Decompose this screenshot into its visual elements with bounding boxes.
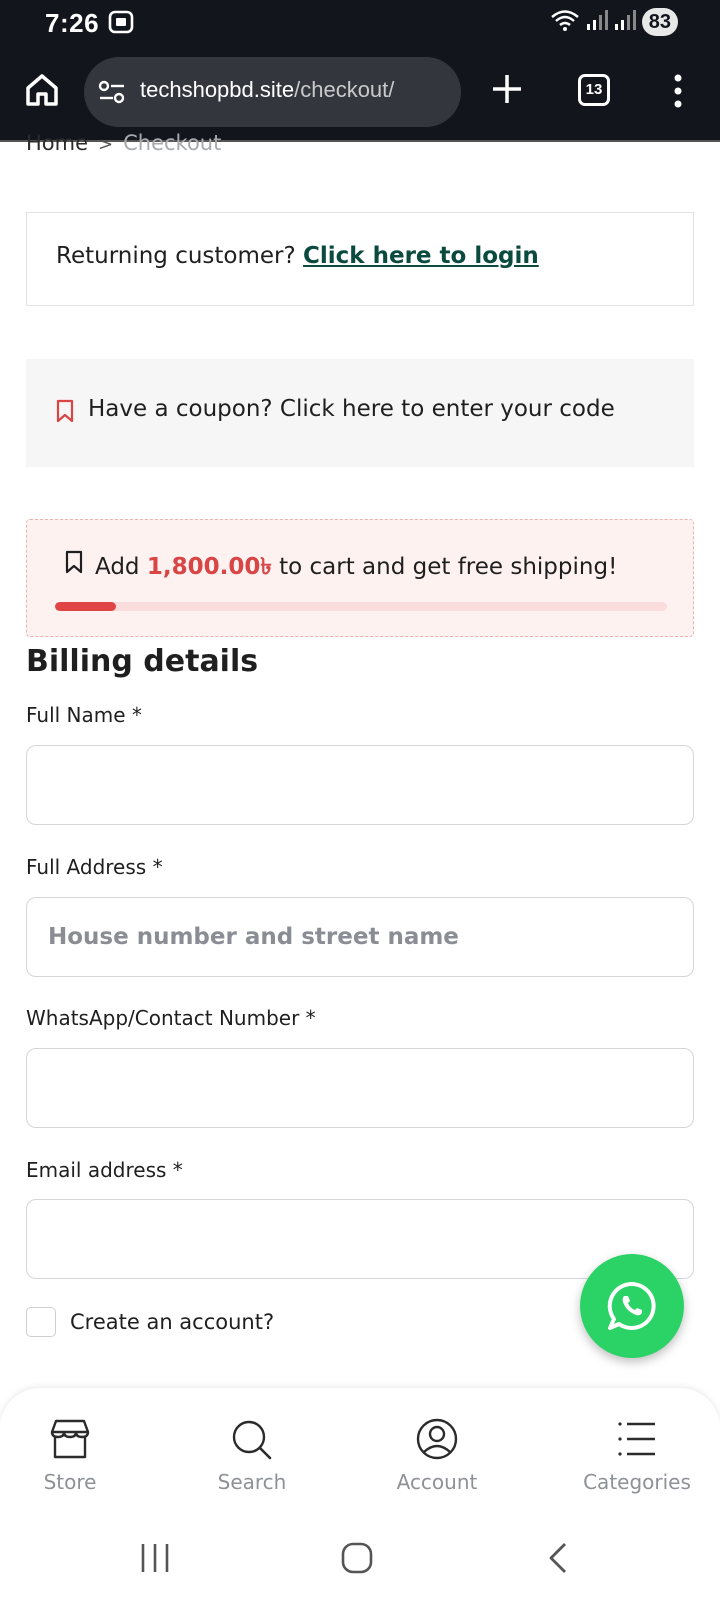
nav-store-label: Store (43, 1470, 97, 1494)
free-shipping-text: Add 1,800.00৳ to cart and get free shipp… (95, 548, 617, 587)
full-address-label: Full Address * (26, 855, 163, 879)
nav-search[interactable]: Search (182, 1418, 322, 1494)
status-time: 7:26 (45, 8, 100, 38)
status-indicators: 83 (550, 8, 678, 36)
nav-store[interactable]: Store (0, 1418, 140, 1494)
breadcrumb: Home > Checkout (26, 128, 221, 158)
whatsapp-icon (607, 1281, 656, 1330)
login-notice-label: Returning customer? (56, 243, 296, 269)
bookmark-icon (56, 399, 74, 423)
full-name-input[interactable] (26, 745, 694, 825)
free-shipping-progress-fill (55, 602, 117, 611)
bottom-navigation: Store Search Account Categories (0, 1388, 720, 1518)
categories-icon (618, 1422, 655, 1456)
back-icon[interactable] (546, 1542, 570, 1578)
coupon-notice[interactable]: Have a coupon? Click here to enter your … (26, 359, 694, 467)
full-address-input[interactable] (26, 897, 694, 977)
free-shipping-suffix: to cart and get free shipping! (279, 554, 618, 580)
create-account-checkbox[interactable] (26, 1307, 56, 1337)
breadcrumb-home[interactable]: Home (26, 131, 88, 155)
chevron-right-icon: > (98, 134, 114, 155)
create-account-row: Create an account? (26, 1307, 274, 1337)
email-label: Email address * (26, 1158, 183, 1182)
email-input[interactable] (26, 1199, 694, 1279)
url-path: /checkout/ (294, 77, 395, 102)
create-account-label[interactable]: Create an account? (70, 1310, 274, 1334)
address-bar[interactable]: techshopbd.site/checkout/ (84, 57, 461, 127)
more-options-icon[interactable] (668, 74, 688, 108)
status-bar: 7:26 83 (0, 0, 720, 46)
search-icon (232, 1420, 272, 1460)
new-tab-icon[interactable] (490, 72, 524, 106)
nav-categories-label: Categories (583, 1470, 691, 1494)
contact-number-input[interactable] (26, 1048, 694, 1128)
returning-customer-notice: Returning customer? Click here to login (26, 212, 694, 306)
login-link[interactable]: Click here to login (303, 243, 539, 269)
signal-icon (586, 9, 608, 35)
breadcrumb-current: Checkout (123, 131, 222, 155)
whatsapp-chat-button[interactable] (580, 1254, 684, 1358)
store-icon (50, 1419, 90, 1459)
nav-account-label: Account (396, 1470, 478, 1494)
billing-details-title: Billing details (26, 644, 259, 679)
full-name-label: Full Name * (26, 703, 142, 727)
home-button-icon[interactable] (341, 1542, 373, 1578)
url-text: techshopbd.site/checkout/ (140, 77, 394, 103)
signal-icon (614, 9, 636, 35)
recent-apps-icon[interactable] (140, 1542, 170, 1578)
free-shipping-notice: Add 1,800.00৳ to cart and get free shipp… (26, 519, 694, 637)
free-shipping-prefix: Add (95, 554, 140, 580)
site-settings-icon[interactable] (98, 80, 126, 104)
home-icon[interactable] (24, 72, 60, 108)
url-host: techshopbd.site (140, 77, 295, 102)
nav-account[interactable]: Account (367, 1418, 507, 1494)
nav-categories[interactable]: Categories (567, 1418, 707, 1494)
wifi-icon (550, 8, 580, 36)
tab-switcher-button[interactable]: 13 (578, 74, 610, 106)
nav-search-label: Search (217, 1470, 287, 1494)
free-shipping-progress-bar (55, 602, 667, 611)
free-shipping-amount: 1,800.00৳ (146, 554, 272, 580)
login-notice-text: Returning customer? Click here to login (56, 243, 539, 269)
contact-number-label: WhatsApp/Contact Number * (26, 1006, 316, 1030)
gallery-notification-icon (108, 9, 134, 35)
system-navigation-bar (0, 1518, 720, 1600)
bookmark-icon (65, 550, 83, 574)
battery-indicator: 83 (641, 8, 678, 36)
coupon-notice-text[interactable]: Have a coupon? Click here to enter your … (88, 396, 615, 422)
account-icon (416, 1418, 458, 1460)
